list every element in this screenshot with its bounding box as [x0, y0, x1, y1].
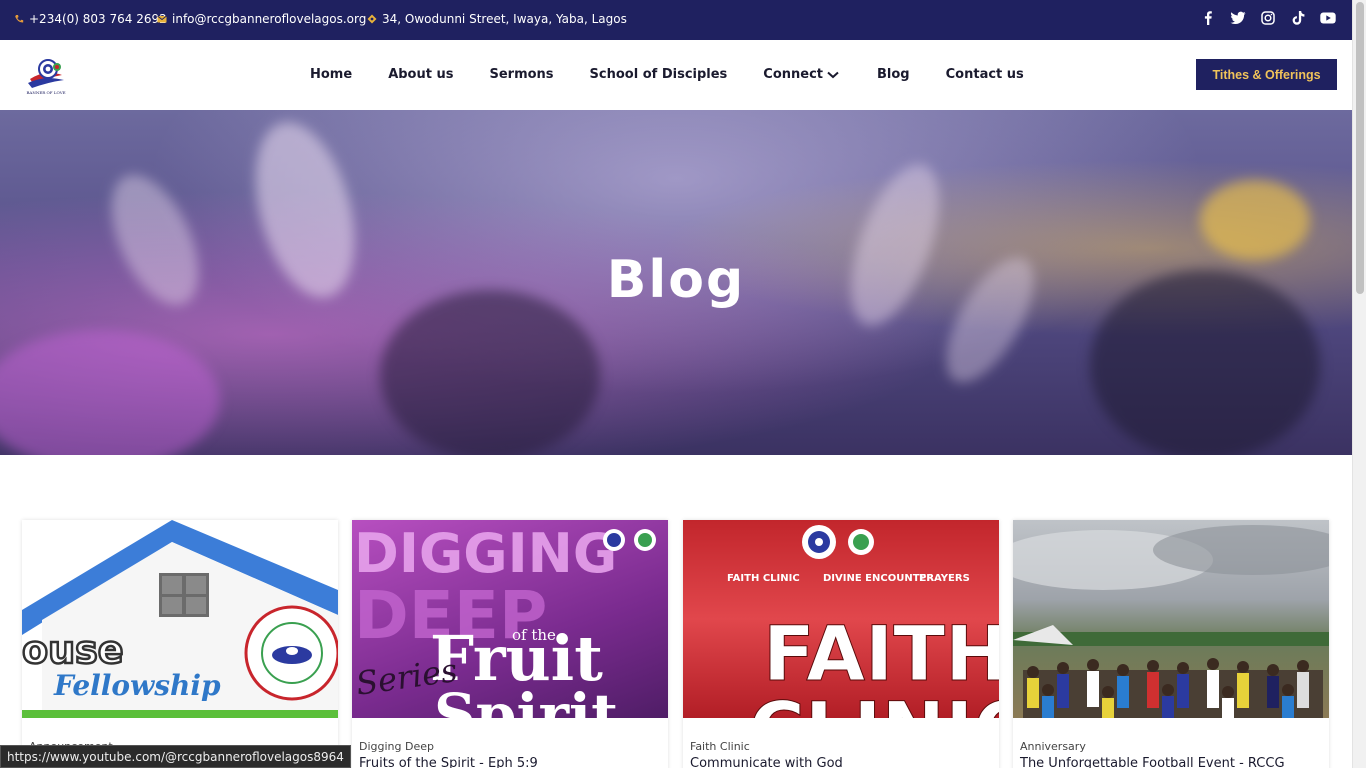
phone-contact[interactable]: +234(0) 803 764 2692 [14, 12, 167, 26]
link-status-bar: https://www.youtube.com/@rccgbanneroflov… [0, 745, 351, 768]
thumb-text-clinic: CLINIC [749, 685, 999, 718]
card-thumbnail[interactable]: FAITH CLINIC DIVINE ENCOUNTER PRAYERS FA… [683, 520, 999, 718]
card-thumbnail[interactable] [1013, 520, 1329, 718]
nav-connect[interactable]: Connect [763, 67, 839, 82]
nav-sermons[interactable]: Sermons [489, 67, 553, 82]
scrollbar-thumb[interactable] [1356, 2, 1364, 294]
card-thumbnail[interactable]: DIGGING DEEP of the Fruit Spirit Series [352, 520, 668, 718]
phone-number: +234(0) 803 764 2692 [29, 12, 167, 26]
mail-icon [157, 15, 167, 23]
address-contact: 34, Owodunni Street, Iwaya, Yaba, Lagos [367, 12, 627, 26]
top-info-bar: +234(0) 803 764 2692 info@rccgbanneroflo… [0, 0, 1352, 40]
nav-school-of-disciples[interactable]: School of Disciples [590, 67, 728, 82]
tiktok-icon[interactable] [1290, 10, 1306, 26]
faith-clinic-image: FAITH CLINIC DIVINE ENCOUNTER PRAYERS FA… [727, 525, 999, 718]
card-category[interactable]: Faith Clinic [690, 740, 750, 753]
house-fellowship-image: ouse Fellowship [22, 520, 338, 718]
twitter-icon[interactable] [1230, 10, 1246, 26]
logo-emblem-icon [28, 59, 64, 88]
thumb-text-digging: DIGGING [354, 522, 617, 585]
card-category[interactable]: Anniversary [1020, 740, 1086, 753]
social-links [1200, 10, 1336, 26]
nav-about-label: About us [388, 67, 454, 82]
thumb-text-spirit: Spirit [434, 681, 618, 718]
logo-wordmark: BANNER OF LOVE [26, 90, 66, 95]
tithes-offerings-button[interactable]: Tithes & Offerings [1196, 59, 1337, 90]
phone-icon [15, 15, 24, 23]
facebook-icon[interactable] [1200, 10, 1216, 26]
thumb-text-house: ouse [22, 628, 124, 672]
instagram-icon[interactable] [1260, 10, 1276, 26]
thumb-text-faith-clinic: FAITH CLINIC [727, 573, 800, 584]
blog-card-football-event[interactable]: Anniversary The Unforgettable Football E… [1013, 520, 1329, 768]
blog-card-house-fellowship[interactable]: ouse Fellowship Announcement [22, 520, 338, 768]
nav-blog[interactable]: Blog [877, 67, 910, 82]
email-address: info@rccgbanneroflovelagos.org [172, 12, 367, 26]
main-menu: Home About us Sermons School of Disciple… [310, 67, 1060, 82]
thumb-text-prayers: PRAYERS [919, 573, 970, 584]
nav-school-label: School of Disciples [589, 67, 728, 82]
nav-blog-label: Blog [877, 67, 910, 82]
page-scrollbar[interactable] [1352, 0, 1366, 768]
thumb-text-fellowship: Fellowship [53, 669, 221, 702]
nav-home[interactable]: Home [310, 67, 352, 82]
nav-about-us[interactable]: About us [388, 67, 453, 82]
blog-card-faith-clinic[interactable]: FAITH CLINIC DIVINE ENCOUNTER PRAYERS FA… [683, 520, 999, 768]
thumb-text-divine-encounter: DIVINE ENCOUNTER [823, 573, 934, 584]
nav-contact-label: Contact us [945, 67, 1024, 82]
chevron-down-icon [827, 71, 839, 78]
card-thumbnail[interactable]: ouse Fellowship [22, 520, 338, 718]
youtube-icon[interactable] [1320, 10, 1336, 26]
nav-contact-us[interactable]: Contact us [946, 67, 1024, 82]
nav-home-label: Home [310, 67, 353, 82]
fruit-of-spirit-image: DIGGING DEEP of the Fruit Spirit Series [354, 522, 656, 718]
main-navbar: BANNER OF LOVE Home About us Sermons Sch… [0, 40, 1352, 110]
card-title[interactable]: Communicate with God [690, 756, 843, 768]
blog-card-fruits-of-spirit[interactable]: DIGGING DEEP of the Fruit Spirit Series … [352, 520, 668, 768]
address-text: 34, Owodunni Street, Iwaya, Yaba, Lagos [382, 12, 627, 26]
football-event-image [1013, 525, 1329, 718]
card-category[interactable]: Digging Deep [359, 740, 434, 753]
page-title: Blog [606, 250, 746, 310]
email-contact[interactable]: info@rccgbanneroflovelagos.org [157, 12, 366, 26]
card-title[interactable]: Fruits of the Spirit - Eph 5:9 [359, 756, 538, 768]
blog-hero-banner: Blog [0, 110, 1352, 455]
location-icon [367, 14, 377, 24]
nav-sermons-label: Sermons [489, 67, 554, 82]
card-title[interactable]: The Unforgettable Football Event - RCCG [1020, 756, 1285, 768]
nav-connect-label: Connect [763, 67, 824, 82]
